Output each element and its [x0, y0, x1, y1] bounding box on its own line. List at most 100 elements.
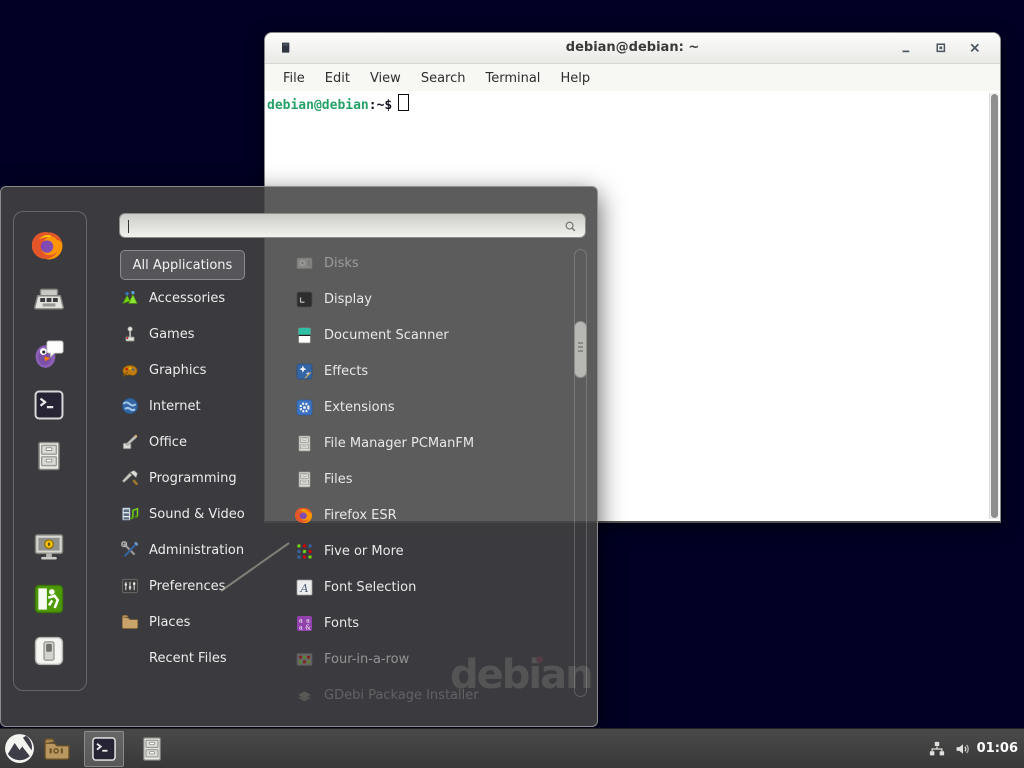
app-list-scrollbar-track[interactable] [574, 249, 587, 697]
menubar-item-edit[interactable]: Edit [315, 71, 360, 86]
category-label: Accessories [149, 291, 225, 306]
app-extensions[interactable]: Extensions [266, 389, 566, 425]
effects-icon [295, 362, 314, 381]
terminal-scrollbar[interactable] [989, 93, 999, 519]
category-label: Office [149, 435, 187, 450]
menu-search-box[interactable] [119, 213, 586, 238]
disks-icon [295, 254, 314, 273]
logout-icon[interactable] [32, 582, 66, 616]
category-recent-files[interactable]: Recent Files [120, 640, 270, 676]
category-label: Games [149, 327, 194, 342]
five-or-more-icon [295, 542, 314, 561]
category-graphics[interactable]: Graphics [120, 352, 270, 388]
administration-icon [120, 540, 140, 560]
network-icon[interactable] [928, 740, 946, 758]
app-four-in-a-row[interactable]: Four-in-a-row [266, 641, 566, 677]
terminal-window-button[interactable] [84, 731, 124, 767]
category-accessories[interactable]: Accessories [120, 280, 270, 316]
app-firefox-esr[interactable]: Firefox ESR [266, 497, 566, 533]
category-list: Accessories Games GraphicsInternet Office Pr… [120, 280, 270, 676]
places-icon [120, 612, 140, 632]
terminal-titlebar[interactable]: debian@debian: ~ [265, 33, 1000, 64]
document-scanner-icon [295, 326, 314, 345]
app-font-selection[interactable]: A Font Selection [266, 569, 566, 605]
terminal-title: debian@debian: ~ [265, 33, 1000, 63]
terminal-icon[interactable] [32, 388, 66, 422]
shutdown-icon[interactable] [32, 634, 66, 668]
category-programming[interactable]: Programming [120, 460, 270, 496]
games-icon [120, 324, 140, 344]
category-sound-video[interactable]: Sound & Video [120, 496, 270, 532]
firefox-icon [295, 506, 314, 525]
menubar-item-terminal[interactable]: Terminal [475, 71, 550, 86]
menubar-item-view[interactable]: View [360, 71, 411, 86]
app-label: Firefox ESR [324, 508, 397, 523]
all-applications-button[interactable]: All Applications [120, 250, 245, 280]
pidgin-icon[interactable] [32, 336, 66, 370]
menubar-item-file[interactable]: File [273, 71, 315, 86]
file-cabinet-icon [295, 470, 314, 489]
app-five-or-more[interactable]: Five or More [266, 533, 566, 569]
app-effects[interactable]: Effects [266, 353, 566, 389]
terminal-cursor [398, 94, 409, 111]
files-launcher[interactable] [138, 735, 166, 763]
app-file-manager-pcmanfm[interactable]: File Manager PCManFM [266, 425, 566, 461]
category-preferences[interactable]: Preferences [120, 568, 270, 604]
terminal-scrollbar-thumb[interactable] [991, 94, 998, 518]
display-icon [295, 290, 314, 309]
menu-search-input[interactable] [130, 216, 557, 235]
prompt-path: :~$ [369, 98, 392, 113]
keyboard-icon[interactable] [32, 283, 66, 317]
app-label: Effects [324, 364, 368, 379]
app-display[interactable]: Display [266, 281, 566, 317]
volume-icon[interactable] [954, 740, 972, 758]
font-selection-icon: A [295, 578, 314, 597]
category-label: Administration [149, 543, 244, 558]
app-label: Five or More [324, 544, 404, 559]
menubar-item-help[interactable]: Help [550, 71, 600, 86]
category-label: Preferences [149, 579, 225, 594]
maximize-icon[interactable] [932, 39, 950, 57]
menu-button[interactable] [3, 732, 36, 765]
app-files[interactable]: Files [266, 461, 566, 497]
firefox-icon[interactable] [32, 229, 66, 263]
category-label: Recent Files [149, 651, 227, 666]
svg-text:&: & [305, 624, 311, 631]
programming-icon [120, 468, 140, 488]
category-internet[interactable]: Internet [120, 388, 270, 424]
app-gdebi-package-installer[interactable]: GDebi Package Installer [266, 677, 566, 713]
accessories-icon [120, 288, 140, 308]
app-label: Document Scanner [324, 328, 449, 343]
lock-screen-icon[interactable] [32, 530, 66, 564]
search-caret [128, 220, 129, 233]
taskbar-clock[interactable]: 01:06 [977, 729, 1018, 768]
app-disks[interactable]: Disks [266, 245, 566, 281]
fonts-icon: aaa& [295, 614, 314, 633]
preferences-icon [120, 576, 140, 596]
app-fonts[interactable]: aaa&Fonts [266, 605, 566, 641]
app-list: Disks Display Document Scanner Effects Exten… [266, 245, 566, 713]
category-administration[interactable]: Administration [120, 532, 270, 568]
file-cabinet-icon[interactable] [32, 439, 66, 473]
app-list-scrollbar-thumb[interactable] [574, 321, 587, 378]
category-label: Sound & Video [149, 507, 245, 522]
office-icon [120, 432, 140, 452]
minimize-icon[interactable] [898, 39, 916, 57]
app-document-scanner[interactable]: Document Scanner [266, 317, 566, 353]
category-label: Programming [149, 471, 237, 486]
prompt-user: debian@debian [267, 98, 369, 113]
file-manager-launcher[interactable] [42, 734, 72, 764]
menubar-item-search[interactable]: Search [411, 71, 476, 86]
app-label: Four-in-a-row [324, 652, 409, 667]
sound-video-icon [120, 504, 140, 524]
internet-icon [120, 396, 140, 416]
svg-text:a: a [299, 624, 303, 631]
app-label: Disks [324, 256, 359, 271]
category-games[interactable]: Games [120, 316, 270, 352]
category-label: Places [149, 615, 190, 630]
close-icon[interactable] [966, 39, 984, 57]
application-menu: All Applications Accessories Games Graphic… [0, 186, 598, 727]
category-places[interactable]: Places [120, 604, 270, 640]
app-label: Font Selection [324, 580, 416, 595]
category-office[interactable]: Office [120, 424, 270, 460]
